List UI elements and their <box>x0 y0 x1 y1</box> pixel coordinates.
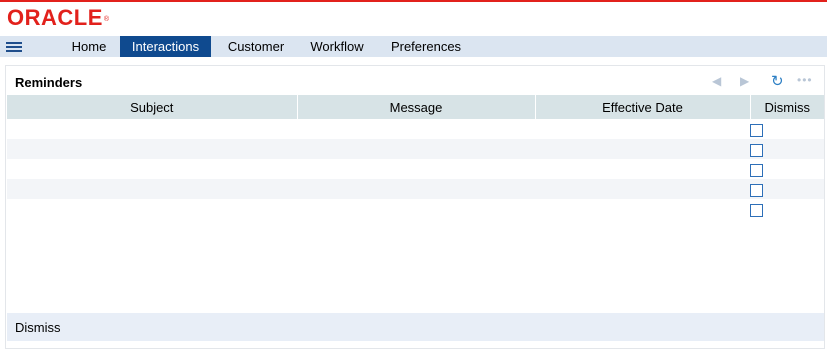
dismiss-checkbox[interactable] <box>750 143 763 157</box>
message-cell <box>297 179 535 199</box>
reminders-panel: Reminders ◀ ▶ ↻ ••• Subject Message Effe… <box>5 65 825 349</box>
subject-cell <box>7 179 297 199</box>
subject-cell <box>7 139 297 159</box>
nav-customer[interactable]: Customer <box>218 36 294 57</box>
table-row[interactable] <box>7 119 824 139</box>
effective-date-cell <box>535 159 750 179</box>
effective-date-cell <box>535 119 750 139</box>
reminders-table: Subject Message Effective Date Dismiss <box>7 95 824 219</box>
column-header-effective-date[interactable]: Effective Date <box>535 95 751 119</box>
table-row[interactable] <box>7 159 824 179</box>
reminders-title: Reminders <box>15 75 83 90</box>
reminders-footer: Dismiss <box>7 313 824 341</box>
dismiss-checkbox[interactable] <box>750 163 763 177</box>
nav-interactions[interactable]: Interactions <box>120 36 211 57</box>
triangle-left-icon[interactable]: ◀ <box>712 74 721 88</box>
dismiss-checkbox[interactable] <box>750 203 763 217</box>
nav-workflow[interactable]: Workflow <box>302 36 372 57</box>
hamburger-menu-icon[interactable] <box>6 42 22 52</box>
brand-top-line <box>0 0 827 2</box>
column-header-subject[interactable]: Subject <box>7 95 298 119</box>
effective-date-cell <box>535 139 750 159</box>
table-row[interactable] <box>7 139 824 159</box>
ellipsis-icon[interactable]: ••• <box>797 73 813 87</box>
nav-preferences[interactable]: Preferences <box>382 36 470 57</box>
dismiss-button[interactable]: Dismiss <box>15 320 61 335</box>
dismiss-checkbox[interactable] <box>750 183 763 197</box>
main-navbar: Home Interactions Customer Workflow Pref… <box>0 36 827 57</box>
table-row[interactable] <box>7 199 824 219</box>
message-cell <box>297 159 535 179</box>
effective-date-cell <box>535 179 750 199</box>
table-header-row: Subject Message Effective Date Dismiss <box>7 95 824 119</box>
triangle-right-icon[interactable]: ▶ <box>740 74 749 88</box>
column-header-message[interactable]: Message <box>297 95 536 119</box>
message-cell <box>297 199 535 219</box>
column-header-dismiss[interactable]: Dismiss <box>750 95 824 119</box>
dismiss-checkbox[interactable] <box>750 123 763 137</box>
subject-cell <box>7 199 297 219</box>
refresh-icon[interactable]: ↻ <box>771 72 784 90</box>
subject-cell <box>7 159 297 179</box>
message-cell <box>297 139 535 159</box>
oracle-logo: ORACLE® <box>7 5 110 30</box>
effective-date-cell <box>535 199 750 219</box>
subject-cell <box>7 119 297 139</box>
nav-home[interactable]: Home <box>62 36 116 57</box>
table-row[interactable] <box>7 179 824 199</box>
message-cell <box>297 119 535 139</box>
